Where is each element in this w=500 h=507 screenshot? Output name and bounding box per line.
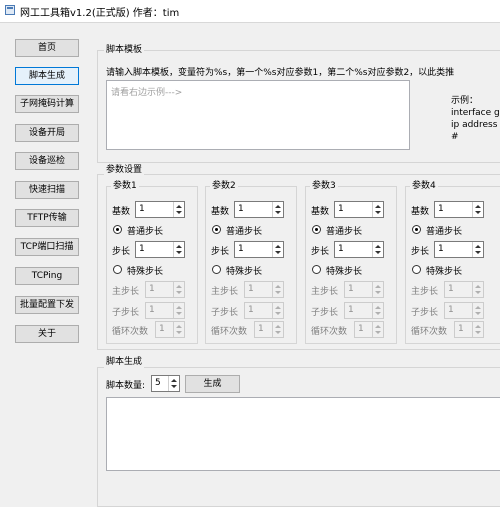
base-label: 基数 — [112, 207, 131, 217]
nav-quick-scan-button[interactable]: 快速扫描 — [15, 181, 79, 199]
generate-button[interactable]: 生成 — [185, 375, 240, 393]
special-step-label: 特殊步长 — [226, 267, 263, 277]
title-bar: 网工工具箱v1.2(正式版) 作者：tim — [0, 0, 500, 23]
example-line: ip address 10 — [451, 120, 500, 130]
template-input[interactable]: 请看右边示例---> — [106, 80, 410, 150]
example-line: # — [451, 132, 459, 142]
app-icon — [5, 5, 15, 15]
script-count-spinbox[interactable]: 5 — [151, 375, 180, 392]
param-2-loop-spinbox[interactable]: 1 — [254, 321, 284, 338]
param-1-sub-step-spinbox[interactable]: 1 — [145, 302, 185, 319]
nav-tcp-port-scan-button[interactable]: TCP端口扫描 — [15, 238, 79, 256]
param-1-loop-spinbox[interactable]: 1 — [155, 321, 185, 338]
param-2-base-spinbox[interactable]: 1 — [234, 201, 284, 218]
step-label: 步长 — [311, 247, 330, 257]
nav-tftp-button[interactable]: TFTP传输 — [15, 209, 79, 227]
param-3-loop-spinbox[interactable]: 1 — [354, 321, 384, 338]
param-4-title: 参数4 — [410, 180, 438, 192]
template-hint: 请输入脚本模板，变量符为%s，第一个%s对应参数1，第二个%s对应参数2，以此类… — [106, 68, 455, 78]
param-3-step-spinbox[interactable]: 1 — [334, 241, 384, 258]
param-2-title: 参数2 — [210, 180, 238, 192]
base-label: 基数 — [411, 207, 430, 217]
example-line: interface gi1 — [451, 108, 500, 118]
sub-step-label: 子步长 — [411, 308, 439, 318]
param-2-sub-step-spinbox[interactable]: 1 — [244, 302, 284, 319]
param-2-main-step-spinbox[interactable]: 1 — [244, 281, 284, 298]
param-1-base-spinbox[interactable]: 1 — [135, 201, 185, 218]
sub-step-label: 子步长 — [311, 308, 339, 318]
step-label: 步长 — [211, 247, 230, 257]
param-1-main-step-spinbox[interactable]: 1 — [145, 281, 185, 298]
param-3-base-spinbox[interactable]: 1 — [334, 201, 384, 218]
step-label: 步长 — [112, 247, 131, 257]
nav-batch-config-button[interactable]: 批量配置下发 — [15, 296, 79, 314]
param-3-title: 参数3 — [310, 180, 338, 192]
param-4-special-step-radio[interactable] — [412, 265, 421, 274]
param-1-special-step-radio[interactable] — [113, 265, 122, 274]
special-step-label: 特殊步长 — [326, 267, 363, 277]
loop-count-label: 循环次数 — [411, 327, 448, 337]
param-1-step-spinbox[interactable]: 1 — [135, 241, 185, 258]
nav-subnet-calc-button[interactable]: 子网掩码计算 — [15, 95, 79, 113]
template-group-title: 脚本模板 — [104, 44, 145, 56]
main-step-label: 主步长 — [211, 287, 239, 297]
base-label: 基数 — [311, 207, 330, 217]
nav-home-button[interactable]: 首页 — [15, 39, 79, 57]
param-3-main-step-spinbox[interactable]: 1 — [344, 281, 384, 298]
normal-step-label: 普通步长 — [326, 227, 363, 237]
special-step-label: 特殊步长 — [127, 267, 164, 277]
param-3-sub-step-spinbox[interactable]: 1 — [344, 302, 384, 319]
param-4-step-spinbox[interactable]: 1 — [434, 241, 484, 258]
example-block: 示例： interface gi1 ip address 10 # — [451, 95, 500, 143]
output-textarea[interactable] — [106, 397, 500, 471]
param-1-normal-step-radio[interactable] — [113, 225, 122, 234]
normal-step-label: 普通步长 — [226, 227, 263, 237]
nav-tcping-button[interactable]: TCPing — [15, 267, 79, 285]
nav-about-button[interactable]: 关于 — [15, 325, 79, 343]
nav-script-gen-button[interactable]: 脚本生成 — [15, 67, 79, 85]
param-4-base-spinbox[interactable]: 1 — [434, 201, 484, 218]
params-group-title: 参数设置 — [104, 164, 145, 176]
main-step-label: 主步长 — [411, 287, 439, 297]
loop-count-label: 循环次数 — [311, 327, 348, 337]
main-step-label: 主步长 — [112, 287, 140, 297]
param-4-main-step-spinbox[interactable]: 1 — [444, 281, 484, 298]
param-2-special-step-radio[interactable] — [212, 265, 221, 274]
script-count-label: 脚本数量: — [106, 381, 146, 391]
param-3-special-step-radio[interactable] — [312, 265, 321, 274]
param-2-normal-step-radio[interactable] — [212, 225, 221, 234]
loop-count-label: 循环次数 — [112, 327, 149, 337]
param-2-step-spinbox[interactable]: 1 — [234, 241, 284, 258]
generate-group-title: 脚本生成 — [104, 356, 145, 368]
param-4-normal-step-radio[interactable] — [412, 225, 421, 234]
sub-step-label: 子步长 — [211, 308, 239, 318]
step-label: 步长 — [411, 247, 430, 257]
window-title: 网工工具箱v1.2(正式版) 作者：tim — [20, 8, 180, 19]
nav-device-inspect-button[interactable]: 设备巡检 — [15, 152, 79, 170]
normal-step-label: 普通步长 — [426, 227, 463, 237]
sub-step-label: 子步长 — [112, 308, 140, 318]
template-placeholder: 请看右边示例---> — [111, 88, 183, 98]
normal-step-label: 普通步长 — [127, 227, 164, 237]
loop-count-label: 循环次数 — [211, 327, 248, 337]
param-3-normal-step-radio[interactable] — [312, 225, 321, 234]
example-title: 示例： — [451, 96, 479, 106]
param-4-loop-spinbox[interactable]: 1 — [454, 321, 484, 338]
main-step-label: 主步长 — [311, 287, 339, 297]
base-label: 基数 — [211, 207, 230, 217]
special-step-label: 特殊步长 — [426, 267, 463, 277]
param-1-title: 参数1 — [111, 180, 139, 192]
nav-device-init-button[interactable]: 设备开局 — [15, 124, 79, 142]
param-4-sub-step-spinbox[interactable]: 1 — [444, 302, 484, 319]
